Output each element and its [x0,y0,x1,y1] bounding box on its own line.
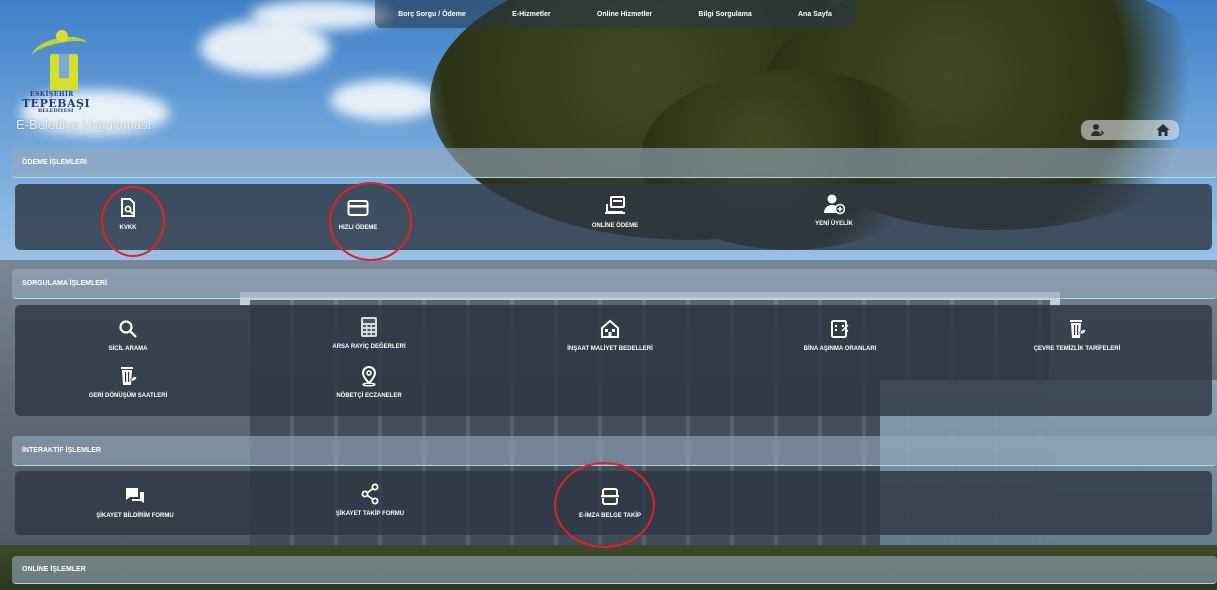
item-label: NÖBETÇİ ECZANELER [336,393,402,399]
nav-link-borc-sorgu[interactable]: Borç Sorgu / Ödeme [398,11,466,18]
item-sicil-arama[interactable]: SİCİL ARAMA [38,318,218,352]
item-label: ÇEVRE TEMİZLİK TARİFELERİ [1033,346,1121,352]
top-nav: Borç Sorgu / Ödeme E-Hizmetler Online Hi… [375,0,855,28]
item-nobetci-eczaneler[interactable]: NÖBETÇİ ECZANELER [279,365,459,399]
item-sikayet-bildirim[interactable]: ŞİKAYET BİLDİRİM FORMU [45,485,225,519]
item-geri-donusum[interactable]: GERİ DÖNÜŞÜM SAATLERİ [38,365,218,399]
item-e-imza-belge-takip[interactable]: E-İMZA BELGE TAKİP [520,485,700,519]
item-label: KVKK [119,225,137,231]
item-label: E-İMZA BELGE TAKİP [579,513,641,519]
section-title-sorgulama: SORGULAMA İŞLEMLERİ [22,280,107,287]
item-insaat-maliyet[interactable]: İNŞAAT MALİYET BEDELLERİ [520,318,700,352]
user-actions [1081,120,1179,140]
search-icon [117,318,139,340]
laptop-payment-icon [604,195,626,217]
nav-link-ana-sayfa[interactable]: Ana Sayfa [798,11,832,18]
credit-card-icon [347,197,369,219]
add-user-icon [823,193,845,215]
item-label: ONLİNE ÖDEME [591,223,639,229]
item-label: BİNA AŞINMA ORANLARI [803,346,877,352]
percent-icon [829,318,851,340]
nav-link-e-hizmetler[interactable]: E-Hizmetler [512,11,551,18]
item-label: İNŞAAT MALİYET BEDELLERİ [567,346,653,352]
logo-mark-icon [30,30,96,92]
house-icon [599,318,621,340]
item-yeni-uyelik[interactable]: YENİ ÜYELİK [744,193,924,227]
item-label: ŞİKAYET BİLDİRİM FORMU [96,513,174,519]
panel-odeme: KVKK HIZLI ÖDEME ONLİNE ÖDEME YENİ ÜYELİ… [15,184,1212,250]
item-label: GERİ DÖNÜŞÜM SAATLERİ [88,393,168,399]
calculator-icon [358,316,380,338]
item-sikayet-takip[interactable]: ŞİKAYET TAKİP FORMU [280,483,460,517]
item-arsa-rayic[interactable]: ARSA RAYİÇ DEĞERLERİ [279,316,459,350]
section-header-interaktif: İNTERAKTİF İŞLEMLER [12,436,1217,466]
item-label: YENİ ÜYELİK [815,221,853,227]
panel-sorgulama: SİCİL ARAMA ARSA RAYİÇ DEĞERLERİ İNŞAAT … [15,305,1212,416]
section-title-interaktif: İNTERAKTİF İŞLEMLER [22,447,101,454]
trash-eco-icon [1066,318,1088,340]
chat-icon [124,485,146,507]
logo-sub: BELEDİYESİ [38,108,74,114]
section-title-odeme: ÖDEME İŞLEMLERİ [22,159,87,166]
item-kvkk[interactable]: KVKK [38,197,218,231]
recycle-bin-icon [117,365,139,387]
panel-interaktif: ŞİKAYET BİLDİRİM FORMU ŞİKAYET TAKİP FOR… [15,471,1212,535]
location-pin-icon [358,365,380,387]
nav-link-online-hizmetler[interactable]: Online Hizmetler [597,11,652,18]
home-icon[interactable] [1155,122,1171,138]
item-label: SİCİL ARAMA [108,346,148,352]
item-label: HIZLI ÖDEME [338,225,378,231]
nav-link-bilgi-sorgulama[interactable]: Bilgi Sorgulama [698,11,751,18]
user-icon[interactable] [1089,122,1105,138]
item-bina-asinma[interactable]: BİNA AŞINMA ORANLARI [750,318,930,352]
site-logo[interactable]: ESKİŞEHİR TEPEBAŞI BELEDİYESİ E-Belediye… [16,30,152,132]
section-header-online: ONLİNE İŞLEMLER [12,556,1217,584]
item-online-odeme[interactable]: ONLİNE ÖDEME [525,195,705,229]
share-icon [359,483,381,505]
app-name: E-Belediye Uygulaması [16,117,152,132]
document-stack-icon [599,485,621,507]
section-header-odeme: ÖDEME İŞLEMLERİ [12,148,1217,178]
item-label: ARSA RAYİÇ DEĞERLERİ [332,344,406,350]
item-hizli-odeme[interactable]: HIZLI ÖDEME [268,197,448,231]
document-search-icon [117,197,139,219]
section-title-online: ONLİNE İŞLEMLER [22,566,86,573]
item-label: ŞİKAYET TAKİP FORMU [335,511,405,517]
item-cevre-temizlik[interactable]: ÇEVRE TEMİZLİK TARİFELERİ [987,318,1167,352]
section-header-sorgulama: SORGULAMA İŞLEMLERİ [12,269,1217,299]
